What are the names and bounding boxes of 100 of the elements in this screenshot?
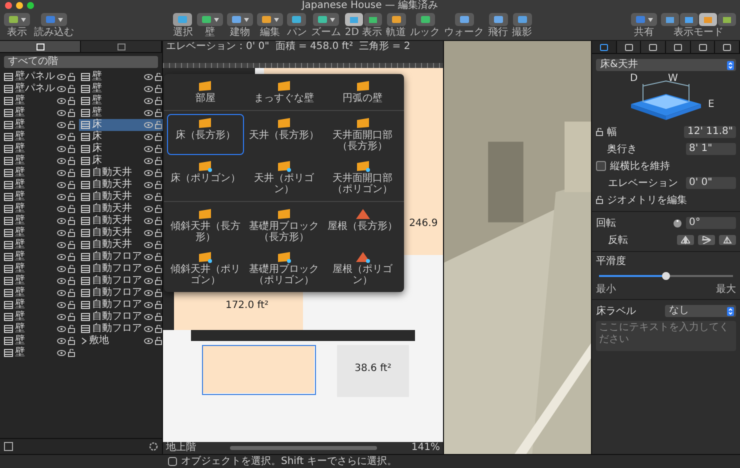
toolbar-button[interactable] — [173, 13, 192, 26]
padlock-icon[interactable] — [68, 277, 75, 285]
eye-icon[interactable] — [57, 338, 66, 344]
object-list-item[interactable]: 床 — [79, 119, 164, 131]
eye-icon[interactable] — [57, 230, 66, 236]
edit-geometry-link[interactable]: ジオメトリを編集 — [607, 193, 687, 207]
zoom-field[interactable]: 141% — [411, 442, 440, 454]
padlock-icon[interactable] — [155, 133, 162, 141]
padlock-icon[interactable] — [68, 97, 75, 105]
toolbar-button[interactable] — [312, 13, 339, 26]
eye-icon[interactable] — [144, 338, 153, 344]
flip-button[interactable] — [698, 235, 715, 245]
toolbar-button[interactable] — [488, 13, 508, 26]
object-list-item[interactable]: 床 — [79, 155, 164, 167]
padlock-icon[interactable] — [155, 325, 162, 333]
object-list-item[interactable]: 壁 — [2, 251, 77, 263]
toolbar-button[interactable] — [196, 13, 223, 26]
padlock-icon[interactable] — [155, 205, 162, 213]
tool-menu-item[interactable]: 天井面開口部（ポリゴン） — [324, 157, 401, 198]
padlock-icon[interactable] — [68, 193, 75, 201]
tool-menu-item[interactable]: 屋根（ポリゴン） — [324, 248, 401, 289]
tool-menu-item[interactable]: 傾斜天井（長方形） — [167, 205, 244, 246]
eye-icon[interactable] — [57, 74, 66, 80]
zoom-button[interactable] — [27, 2, 34, 9]
tool-menu-item[interactable]: 部屋 — [167, 77, 244, 107]
object-list-item[interactable]: 壁 — [2, 167, 77, 179]
padlock-icon[interactable] — [155, 241, 162, 249]
eye-icon[interactable] — [57, 194, 66, 200]
checkbox[interactable] — [596, 161, 606, 171]
padlock-icon[interactable] — [155, 289, 162, 297]
toolbar-button[interactable] — [41, 13, 67, 26]
eye-icon[interactable] — [144, 254, 153, 260]
object-list-item[interactable]: 壁 — [2, 311, 77, 323]
padlock-icon[interactable] — [155, 121, 162, 129]
object-list-item[interactable]: 壁 — [2, 275, 77, 287]
padlock-icon[interactable] — [155, 337, 162, 345]
toolbar-button[interactable] — [256, 13, 283, 26]
object-list-item[interactable]: 自動フロア — [79, 311, 164, 323]
eye-icon[interactable] — [144, 134, 153, 140]
eye-icon[interactable] — [57, 170, 66, 176]
tool-menu-item[interactable]: 傾斜天井（ポリゴン） — [167, 248, 244, 289]
sidebar-tab[interactable] — [81, 41, 162, 52]
eye-icon[interactable] — [144, 98, 153, 104]
object-list-item[interactable]: 壁 — [79, 83, 164, 95]
eye-icon[interactable] — [57, 98, 66, 104]
object-list-item[interactable]: 自動フロア — [79, 287, 164, 299]
object-list-item[interactable]: 壁 — [2, 203, 77, 215]
eye-icon[interactable] — [144, 86, 153, 92]
padlock-icon[interactable] — [68, 205, 75, 213]
eye-icon[interactable] — [57, 266, 66, 272]
object-list-item[interactable]: 壁 — [2, 131, 77, 143]
padlock-icon[interactable] — [155, 145, 162, 153]
eye-icon[interactable] — [57, 290, 66, 296]
toolbar-button[interactable] — [631, 13, 657, 26]
tool-menu-item[interactable]: 円弧の壁 — [324, 77, 401, 107]
view-segment-button[interactable] — [718, 13, 736, 26]
tool-menu-item[interactable]: 屋根（長方形） — [324, 205, 401, 246]
eye-icon[interactable] — [144, 194, 153, 200]
padlock-icon[interactable] — [155, 217, 162, 225]
padlock-icon[interactable] — [155, 301, 162, 309]
eye-icon[interactable] — [57, 218, 66, 224]
object-list-item[interactable]: 壁 — [2, 179, 77, 191]
view-segment-button[interactable] — [661, 13, 679, 26]
inspector-tab[interactable] — [592, 41, 617, 53]
padlock-icon[interactable] — [155, 109, 162, 117]
view-segment-button[interactable] — [364, 13, 382, 26]
toolbar-button[interactable] — [512, 13, 532, 26]
padlock-icon[interactable] — [155, 169, 162, 177]
padlock-icon[interactable] — [68, 217, 75, 225]
tool-menu-item[interactable]: まっすぐな壁 — [246, 77, 322, 107]
padlock-icon[interactable] — [155, 193, 162, 201]
eye-icon[interactable] — [57, 314, 66, 320]
object-list-item[interactable]: 壁 — [2, 299, 77, 311]
object-type-dropdown[interactable]: 床&天井 — [596, 59, 736, 71]
padlock-icon[interactable] — [68, 313, 75, 321]
padlock-icon[interactable] — [68, 253, 75, 261]
object-list-item[interactable]: 敷地 — [79, 335, 164, 347]
view-segment-button[interactable] — [680, 13, 698, 26]
tool-menu-item[interactable]: 基礎用ブロック（長方形） — [246, 205, 322, 246]
add-level-icon[interactable] — [4, 442, 13, 451]
object-list-item[interactable]: 壁 — [2, 287, 77, 299]
flip-button[interactable] — [677, 235, 694, 245]
object-list-item[interactable]: 自動フロア — [79, 275, 164, 287]
object-list-item[interactable]: 自動天井 — [79, 203, 164, 215]
rotation-knob-icon[interactable] — [673, 218, 682, 228]
eye-icon[interactable] — [57, 146, 66, 152]
eye-icon[interactable] — [57, 278, 66, 284]
eye-icon[interactable] — [144, 146, 153, 152]
slider-thumb[interactable] — [662, 272, 670, 280]
object-list-item[interactable]: 自動天井 — [79, 179, 164, 191]
depth-field[interactable]: 8' 1" — [686, 143, 736, 155]
toolbar-button[interactable] — [454, 13, 474, 26]
object-list-item[interactable]: 壁 — [2, 347, 77, 359]
object-list-item[interactable]: 自動フロア — [79, 299, 164, 311]
object-list-item[interactable]: 壁 — [2, 263, 77, 275]
object-list-item[interactable]: 壁パネル — [2, 83, 77, 95]
eye-icon[interactable] — [57, 110, 66, 116]
object-list-item[interactable]: 壁 — [79, 71, 164, 83]
object-list-item[interactable]: 床 — [79, 143, 164, 155]
object-list-item[interactable]: 壁パネル — [2, 71, 77, 83]
